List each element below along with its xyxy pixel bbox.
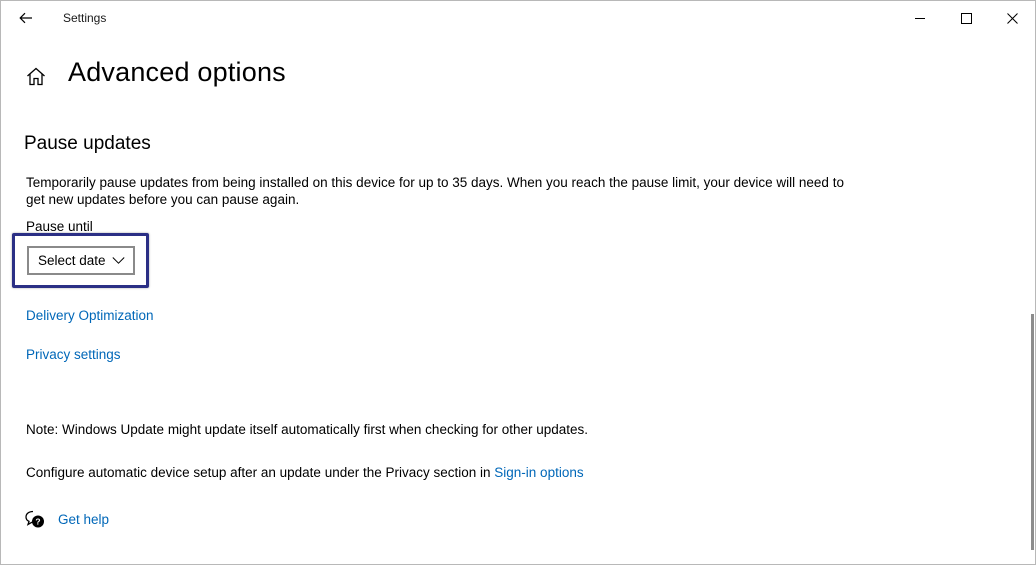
home-button[interactable] [23, 63, 49, 89]
title-bar: Settings [1, 1, 1035, 35]
configure-text-body: Configure automatic device setup after a… [26, 465, 495, 480]
windows-update-note: Note: Windows Update might update itself… [26, 422, 589, 437]
maximize-icon [960, 12, 972, 24]
maximize-button[interactable] [943, 1, 989, 35]
delivery-optimization-link[interactable]: Delivery Optimization [26, 308, 154, 323]
minimize-button[interactable] [897, 1, 943, 35]
back-button[interactable] [11, 5, 41, 31]
pause-updates-description: Temporarily pause updates from being ins… [26, 175, 844, 207]
sign-in-options-link[interactable]: Sign-in options [494, 465, 583, 480]
privacy-settings-link[interactable]: Privacy settings [26, 347, 121, 362]
close-button[interactable] [989, 1, 1035, 35]
settings-window: Settings Advanced options Pause updates … [0, 0, 1036, 565]
select-date-value: Select date [38, 253, 106, 268]
select-date-dropdown[interactable]: Select date [27, 246, 135, 275]
page-title: Advanced options [68, 57, 286, 87]
section-title-pause-updates: Pause updates [24, 133, 151, 154]
chevron-down-icon [112, 257, 125, 264]
close-icon [1006, 12, 1018, 24]
svg-text:?: ? [35, 516, 40, 526]
window-title: Settings [63, 11, 107, 25]
home-icon [27, 67, 45, 85]
vertical-scrollbar[interactable] [1031, 314, 1034, 550]
pause-until-label: Pause until [26, 219, 93, 234]
get-help-link[interactable]: Get help [58, 512, 109, 527]
help-chat-icon: ? [25, 510, 44, 528]
back-arrow-icon [19, 12, 32, 24]
configure-text: Configure automatic device setup after a… [26, 465, 584, 480]
minimize-icon [914, 17, 925, 19]
